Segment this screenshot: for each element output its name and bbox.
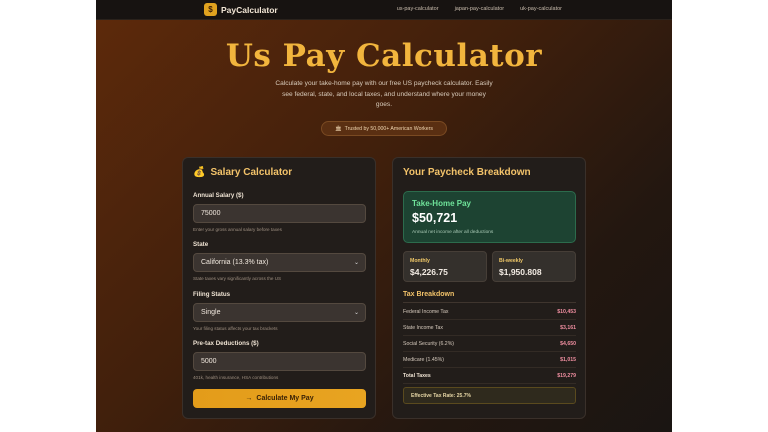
nav-link-uk[interactable]: uk-pay-calculator: [520, 6, 562, 12]
tax-row-label: State Income Tax: [403, 325, 443, 331]
salary-calculator-card: 💰 Salary Calculator Annual Salary ($) 75…: [182, 157, 376, 419]
tax-row-value: $19,279: [557, 373, 576, 379]
dollar-logo-icon: $: [204, 3, 217, 16]
calculate-my-pay-button[interactable]: → Calculate My Pay: [193, 389, 366, 408]
filing-status-hint: Your filing status affects your tax brac…: [193, 326, 278, 331]
take-home-pay-value: $50,721: [412, 211, 458, 225]
filing-status-label: Filing Status: [193, 291, 231, 298]
trust-badge-text: Trusted by 50,000+ American Workers: [344, 125, 433, 132]
pretax-deductions-hint: 401k, health insurance, HSA contribution…: [193, 375, 279, 380]
brand-name: PayCalculator: [221, 4, 278, 15]
monthly-value: $4,226.75: [410, 267, 448, 277]
state-hint: State taxes vary significantly across th…: [193, 276, 282, 281]
annual-salary-input[interactable]: 75000: [193, 204, 366, 223]
page-subtitle: Calculate your take-home pay with our fr…: [275, 80, 493, 108]
money-bag-icon: 💰: [193, 167, 206, 178]
paycheck-breakdown-card: Your Paycheck Breakdown Take-Home Pay $5…: [392, 157, 586, 419]
monthly-label: Monthly: [410, 258, 430, 264]
chevron-down-icon: ⌄: [353, 310, 359, 316]
annual-salary-hint: Enter your gross annual salary before ta…: [193, 227, 282, 232]
arrow-right-icon: →: [245, 395, 253, 402]
state-select[interactable]: California (13.3% tax) ⌄: [193, 253, 366, 272]
top-navigation-bar: $ PayCalculator us-pay-calculator japan-…: [96, 0, 672, 20]
paycheck-breakdown-title: Your Paycheck Breakdown: [403, 167, 531, 178]
state-label: State: [193, 241, 209, 248]
pretax-deductions-label: Pre-tax Deductions ($): [193, 340, 259, 347]
calculate-button-label: Calculate My Pay: [256, 395, 314, 402]
take-home-pay-note: Annual net income after all deductions: [412, 230, 494, 235]
tax-row-value: $4,650: [560, 341, 576, 347]
tax-breakdown-title: Tax Breakdown: [403, 291, 455, 298]
chevron-down-icon: ⌄: [353, 260, 359, 266]
tax-row-medicare: Medicare (1.45%) $1,015: [403, 353, 576, 368]
pretax-deductions-input[interactable]: 5000: [193, 352, 366, 371]
take-home-pay-label: Take-Home Pay: [412, 199, 471, 208]
annual-salary-label: Annual Salary ($): [193, 192, 244, 199]
biweekly-pay-tile: Bi-weekly $1,950.808: [492, 251, 576, 282]
tax-row-label: Total Taxes: [403, 373, 431, 379]
tax-row-value: $3,161: [560, 325, 576, 331]
tax-row-label: Medicare (1.45%): [403, 357, 444, 363]
tax-row-federal: Federal Income Tax $10,453: [403, 305, 576, 320]
biweekly-value: $1,950.808: [499, 267, 542, 277]
page-title: Us Pay Calculator: [225, 38, 543, 74]
building-icon: 🏛: [335, 125, 342, 132]
trust-badge: 🏛 Trusted by 50,000+ American Workers: [321, 121, 447, 136]
filing-status-select[interactable]: Single ⌄: [193, 303, 366, 322]
take-home-pay-panel: Take-Home Pay $50,721 Annual net income …: [403, 191, 576, 243]
tax-row-value: $10,453: [557, 309, 576, 315]
divider: [403, 302, 576, 303]
nav-link-us[interactable]: us-pay-calculator: [397, 6, 439, 12]
tax-row-social-security: Social Security (6.2%) $4,650: [403, 337, 576, 352]
tax-row-label: Social Security (6.2%): [403, 341, 455, 347]
salary-calculator-heading: 💰 Salary Calculator: [193, 167, 292, 178]
state-select-value: California (13.3% tax): [201, 259, 269, 266]
filing-status-value: Single: [201, 309, 221, 316]
pretax-deductions-value: 5000: [201, 358, 217, 365]
brand-logo-link[interactable]: $ PayCalculator: [204, 3, 278, 16]
salary-calculator-title: Salary Calculator: [210, 167, 293, 178]
monthly-pay-tile: Monthly $4,226.75: [403, 251, 487, 282]
tax-row-total: Total Taxes $19,279: [403, 369, 576, 384]
biweekly-label: Bi-weekly: [499, 258, 523, 264]
app-page: $ PayCalculator us-pay-calculator japan-…: [96, 0, 672, 432]
tax-row-state: State Income Tax $3,161: [403, 321, 576, 336]
screenshot-stage: $ PayCalculator us-pay-calculator japan-…: [0, 0, 768, 432]
annual-salary-value: 75000: [201, 210, 221, 217]
nav-link-japan[interactable]: japan-pay-calculator: [455, 6, 505, 12]
nav-links: us-pay-calculator japan-pay-calculator u…: [397, 6, 562, 12]
tax-row-value: $1,015: [560, 357, 576, 363]
tax-row-label: Federal Income Tax: [403, 309, 449, 315]
effective-tax-rate: Effective Tax Rate: 25.7%: [403, 387, 576, 404]
